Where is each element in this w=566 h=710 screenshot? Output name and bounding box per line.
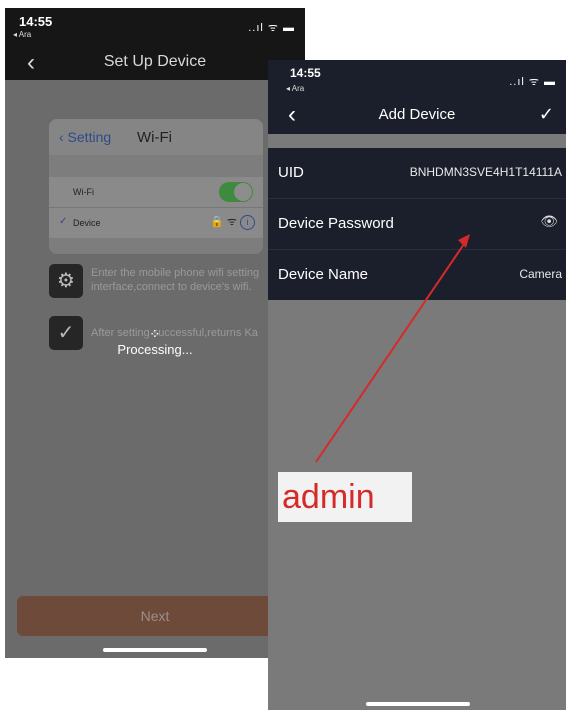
device-name-value[interactable]: Camera <box>519 267 562 281</box>
info-icon: i <box>240 215 255 230</box>
processing-label: Processing... <box>117 342 193 357</box>
lock-wifi-icon: 🔒 ᯤ <box>210 216 237 228</box>
device-name-row[interactable]: Device Name Camera <box>268 250 566 300</box>
back-to-app-link[interactable]: ◂ Ara <box>286 84 304 93</box>
uid-row[interactable]: UID BNHDMN3SVE4H1T14111A <box>268 148 566 199</box>
device-network-label: Device <box>73 218 101 228</box>
home-indicator <box>103 648 207 652</box>
step-connect-wifi: ⚙ Enter the mobile phone wifi setting in… <box>49 264 305 300</box>
loading-spinner-icon: ⁘ <box>149 326 161 342</box>
device-network-row: ✓ Device 🔒 ᯤ i <box>49 208 263 238</box>
setup-device-screen: 14:55 ◂ Ara ..ıl ᯤ ▬ ‹ Set Up Device ‹ S… <box>5 8 305 658</box>
uid-value[interactable]: BNHDMN3SVE4H1T14111A <box>410 165 562 179</box>
eye-slash-icon[interactable]: 👁 <box>540 213 558 230</box>
confirm-check-icon[interactable]: ✓ <box>539 104 554 125</box>
next-button[interactable]: Next <box>17 596 293 636</box>
page-title: Add Device <box>378 106 456 123</box>
wifi-toggle <box>219 182 253 202</box>
page-title: Set Up Device <box>103 53 207 70</box>
device-form: UID BNHDMN3SVE4H1T14111A Device Password… <box>268 148 566 300</box>
back-to-app-link[interactable]: ◂ Ara <box>13 30 31 39</box>
wifi-toggle-row: Wi-Fi <box>49 177 263 208</box>
gear-icon: ⚙ <box>49 264 83 298</box>
device-password-label: Device Password <box>278 215 394 232</box>
setting-back-label: ‹ Setting <box>59 129 112 145</box>
status-bar: 14:55 ◂ Ara ..ıl ᯤ ▬ <box>5 8 305 48</box>
status-time: 14:55 <box>290 66 321 80</box>
nav-bar: ‹ Set Up Device <box>5 48 305 80</box>
status-time: 14:55 <box>19 14 53 29</box>
nav-bar: ‹ Add Device ✓ <box>268 100 566 134</box>
wifi-settings-illustration: ‹ Setting Wi-Fi Wi-Fi ✓ Device 🔒 ᯤ i <box>49 119 263 254</box>
device-name-label: Device Name <box>278 266 369 283</box>
device-password-row[interactable]: Device Password 👁 <box>268 199 566 250</box>
wifi-title: Wi-Fi <box>137 129 172 146</box>
status-bar: 14:55 ◂ Ara ..ıl ᯤ ▬ <box>268 60 566 100</box>
wifi-row-label: Wi-Fi <box>73 187 94 197</box>
password-annotation: admin <box>278 472 412 522</box>
home-indicator <box>366 702 470 706</box>
signal-wifi-battery-icon: ..ıl ᯤ ▬ <box>248 22 295 34</box>
checkmark-icon: ✓ <box>59 216 68 227</box>
signal-wifi-battery-icon: ..ıl ᯤ ▬ <box>509 76 556 88</box>
uid-label: UID <box>278 164 304 181</box>
add-device-screen: 14:55 ◂ Ara ..ıl ᯤ ▬ ‹ Add Device ✓ UID … <box>268 60 566 710</box>
